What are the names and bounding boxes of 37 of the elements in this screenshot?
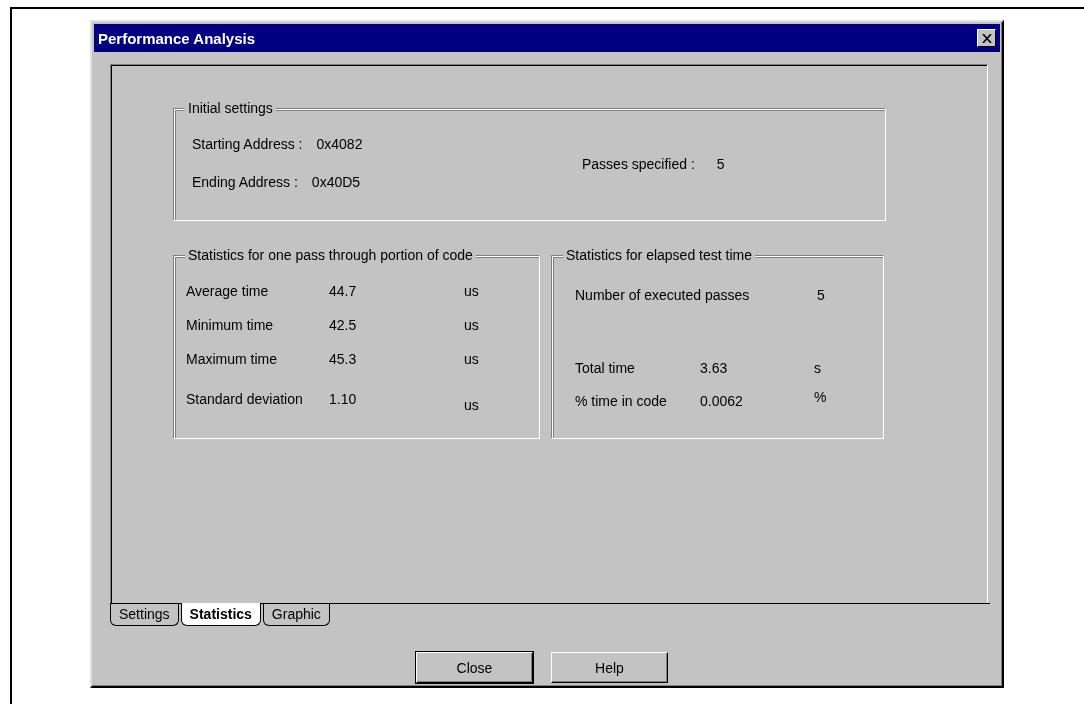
field-label: Number of executed passes [575, 287, 751, 305]
field-label: Standard deviation [186, 391, 304, 407]
tab[interactable]: Graphic [262, 604, 330, 626]
field-value: 5 [817, 287, 825, 305]
field-label: Ending Address : [192, 174, 298, 190]
group-title: Statistics for elapsed test time [563, 247, 755, 263]
tab[interactable]: Settings [110, 604, 179, 626]
field-value: 42.5 [329, 317, 358, 333]
close-icon [981, 33, 992, 43]
field-value: 0.0062 [700, 393, 744, 411]
group-title: Statistics for one pass through portion of code [185, 247, 476, 263]
unit-label: us [464, 283, 479, 299]
close-button[interactable] [977, 29, 996, 47]
window-title: Performance Analysis [98, 29, 256, 47]
field-value: 45.3 [329, 351, 358, 367]
field-label: Minimum time [186, 317, 275, 333]
dialog-button[interactable]: Help [551, 652, 668, 683]
field-label: Passes specified : [582, 156, 695, 172]
tab[interactable]: Statistics [180, 603, 261, 626]
unit-label: % [814, 389, 827, 407]
field-value: 0x4082 [316, 136, 363, 152]
field-value: 0x40D5 [311, 174, 361, 190]
field-label: % time in code [575, 393, 668, 411]
unit-label: s [814, 360, 821, 378]
unit-label: us [464, 397, 479, 413]
field-label: Total time [575, 360, 636, 378]
field-label: Maximum time [186, 351, 278, 367]
dialog-button[interactable]: Close [416, 652, 533, 683]
field-value: 1.10 [329, 391, 358, 407]
field-label: Starting Address : [192, 136, 303, 152]
field-value: 3.63 [700, 360, 729, 378]
group-title: Initial settings [185, 100, 276, 116]
field-value: 44.7 [329, 283, 358, 299]
field-value: 5 [716, 156, 725, 172]
unit-label: us [464, 317, 479, 333]
field-label: Average time [186, 283, 270, 299]
unit-label: us [464, 351, 479, 367]
